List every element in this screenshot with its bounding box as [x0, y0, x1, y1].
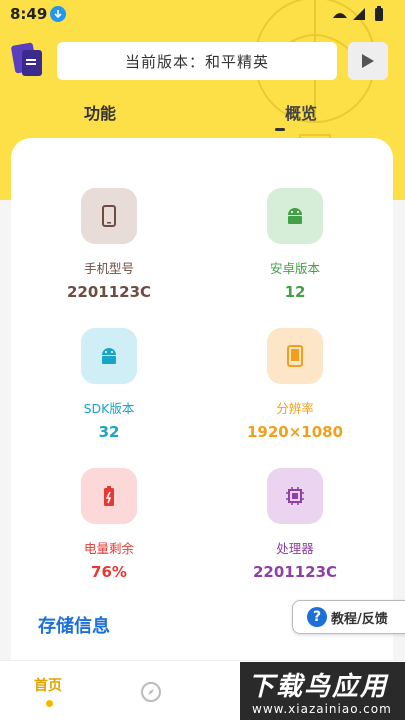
- watermark-title: 下载鸟应用: [248, 672, 389, 702]
- status-time: 8:49: [10, 5, 48, 23]
- app-logo[interactable]: [10, 42, 46, 78]
- battery-icon: [81, 468, 137, 524]
- current-version-text: 当前版本：和平精英: [124, 52, 269, 71]
- tab-function[interactable]: 功能: [84, 100, 116, 124]
- watermark: 下载鸟应用 www.xiazainiao.com: [240, 662, 405, 720]
- current-version-bar[interactable]: 当前版本：和平精英: [57, 42, 337, 80]
- nav-home[interactable]: 首页: [34, 675, 62, 695]
- status-bar: 8:49: [0, 0, 405, 28]
- screen-icon: [267, 328, 323, 384]
- info-value: 32: [98, 423, 120, 441]
- info-label: 电量剩余: [83, 541, 134, 556]
- nav-active-dot: [46, 700, 53, 707]
- info-item-sdk-version: SDK版本 32: [29, 328, 189, 441]
- phone-icon: [81, 188, 137, 244]
- info-value: 1920×1080: [246, 423, 344, 441]
- info-item-processor: 处理器 2201123C: [215, 468, 375, 581]
- info-item-resolution: 分辨率 1920×1080: [215, 328, 375, 441]
- info-label: SDK版本: [83, 401, 135, 416]
- info-label: 分辨率: [276, 401, 314, 416]
- compass-icon[interactable]: [140, 681, 162, 703]
- watermark-url: www.xiazainiao.com: [252, 702, 392, 716]
- signal-wifi-battery-icon: [333, 6, 383, 21]
- tab-overview[interactable]: 概览: [285, 100, 317, 124]
- info-item-battery: 电量剩余 76%: [29, 468, 189, 581]
- tutorial-feedback-label: 教程/反馈: [331, 611, 388, 627]
- info-value: 12: [284, 283, 306, 301]
- info-item-phone-model: 手机型号 2201123C: [29, 188, 189, 301]
- tab-indicator: [275, 128, 285, 131]
- info-label: 手机型号: [83, 261, 134, 276]
- android-icon: [81, 328, 137, 384]
- cpu-icon: [267, 468, 323, 524]
- info-value: 2201123C: [66, 283, 152, 301]
- launch-button[interactable]: [348, 42, 388, 80]
- download-icon: [50, 6, 66, 22]
- android-icon: [267, 188, 323, 244]
- info-label: 安卓版本: [269, 261, 320, 276]
- storage-info-title: 存储信息: [38, 616, 110, 637]
- info-value: 76%: [91, 563, 127, 581]
- tutorial-feedback-button[interactable]: ? 教程/反馈: [292, 600, 405, 634]
- info-value: 2201123C: [252, 563, 338, 581]
- play-icon: [362, 54, 374, 68]
- help-icon: ?: [307, 607, 327, 627]
- info-label: 处理器: [276, 541, 314, 556]
- info-item-android-version: 安卓版本 12: [215, 188, 375, 301]
